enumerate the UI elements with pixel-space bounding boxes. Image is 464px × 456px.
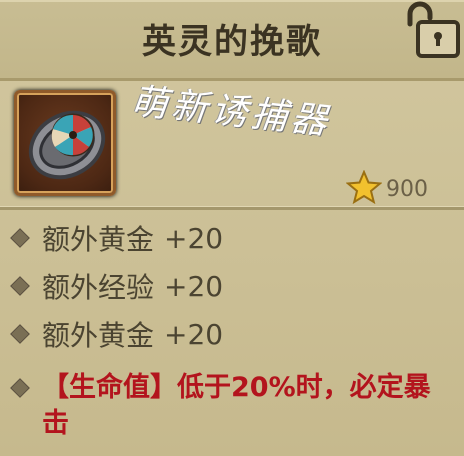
stat-row: 额外黄金 +20 xyxy=(0,214,464,262)
stat-row: 额外经验 +20 xyxy=(0,262,464,310)
price-display: 900 xyxy=(345,169,428,208)
section-divider xyxy=(0,206,464,210)
stat-list: 额外黄金 +20 额外经验 +20 额外黄金 +20 xyxy=(0,214,464,358)
stat-value: +20 xyxy=(164,317,224,351)
diamond-bullet-icon xyxy=(11,277,29,295)
item-title: 英灵的挽歌 xyxy=(142,22,322,62)
price-value: 900 xyxy=(386,176,428,202)
stat-value: +20 xyxy=(164,269,224,303)
stat-label: 额外黄金 xyxy=(42,223,155,256)
diamond-bullet-icon xyxy=(11,229,29,247)
tooltip-header: 英灵的挽歌 xyxy=(0,0,464,81)
diamond-bullet-icon xyxy=(11,325,29,343)
item-tooltip-panel: 英灵的挽歌 萌新诱捕器 900 额外黄金 +20 额外经验 +20 额外黄金 +… xyxy=(0,0,464,456)
stat-label: 额外黄金 xyxy=(42,319,155,352)
special-effect-text: 【生命值】低于20%时，必定暴击 xyxy=(42,372,431,439)
ring-icon[interactable] xyxy=(14,90,116,196)
unlocked-padlock-icon[interactable] xyxy=(400,0,464,62)
stat-row: 额外黄金 +20 xyxy=(0,310,464,358)
star-icon xyxy=(345,169,383,208)
stat-value: +20 xyxy=(164,221,224,255)
stat-label: 额外经验 xyxy=(42,271,155,304)
special-effect: 【生命值】低于20%时，必定暴击 xyxy=(11,370,434,442)
watermark-text: 萌新诱捕器 xyxy=(129,81,333,143)
